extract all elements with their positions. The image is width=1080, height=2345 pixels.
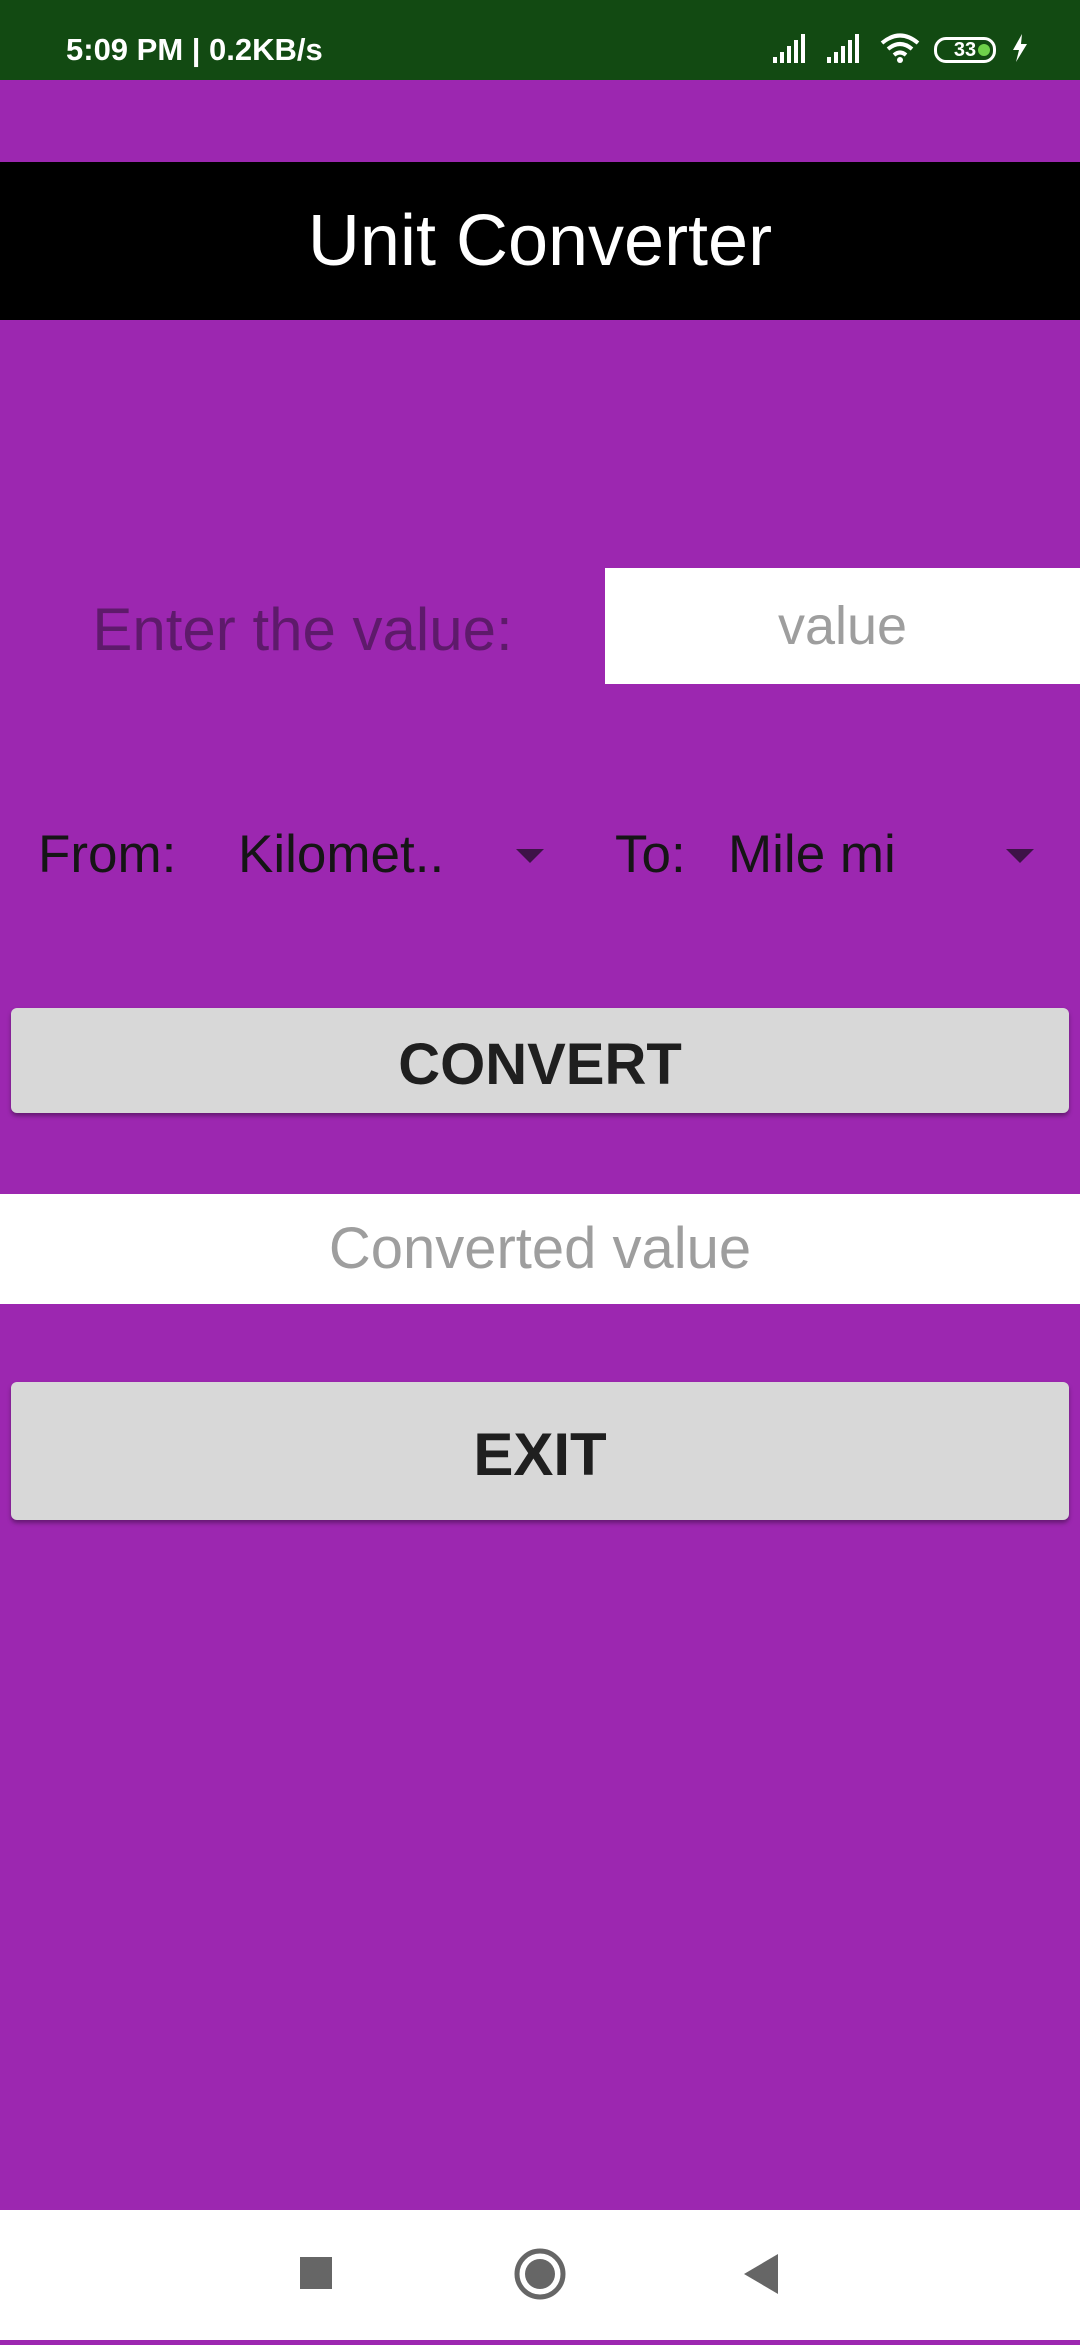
converted-value-field: Converted value xyxy=(0,1194,1080,1304)
navigation-bar xyxy=(0,2210,1080,2340)
charging-icon xyxy=(1010,33,1030,68)
signal-icon xyxy=(772,33,812,68)
from-label: From: xyxy=(38,825,177,884)
enter-value-label: Enter the value: xyxy=(92,596,513,663)
battery-fill xyxy=(978,44,990,56)
convert-button[interactable]: CONVERT xyxy=(11,1008,1069,1113)
back-icon[interactable] xyxy=(712,2210,812,2340)
signal-icon xyxy=(826,33,866,68)
app-title: Unit Converter xyxy=(307,201,773,281)
wifi-icon xyxy=(880,32,920,69)
home-icon[interactable] xyxy=(490,2210,590,2340)
status-icons: 33 xyxy=(772,30,1030,70)
battery-level: 33 xyxy=(953,39,977,61)
chevron-down-icon xyxy=(516,849,544,863)
chevron-down-icon xyxy=(1006,849,1034,863)
value-input[interactable] xyxy=(605,568,1080,684)
to-unit-dropdown[interactable]: Mile mi xyxy=(728,815,1038,895)
to-label: To: xyxy=(615,825,686,884)
exit-button[interactable]: EXIT xyxy=(11,1382,1069,1520)
to-unit-selected: Mile mi xyxy=(728,825,896,884)
recents-icon[interactable] xyxy=(266,2210,366,2340)
status-time: 5:09 PM | 0.2KB/s xyxy=(66,32,323,67)
from-unit-selected: Kilomet.. xyxy=(238,825,445,884)
app-bar: Unit Converter xyxy=(0,162,1080,320)
from-unit-dropdown[interactable]: Kilomet.. xyxy=(238,815,548,895)
status-bar: 5:09 PM | 0.2KB/s 33 xyxy=(0,0,1080,80)
battery-icon: 33 xyxy=(934,37,996,63)
